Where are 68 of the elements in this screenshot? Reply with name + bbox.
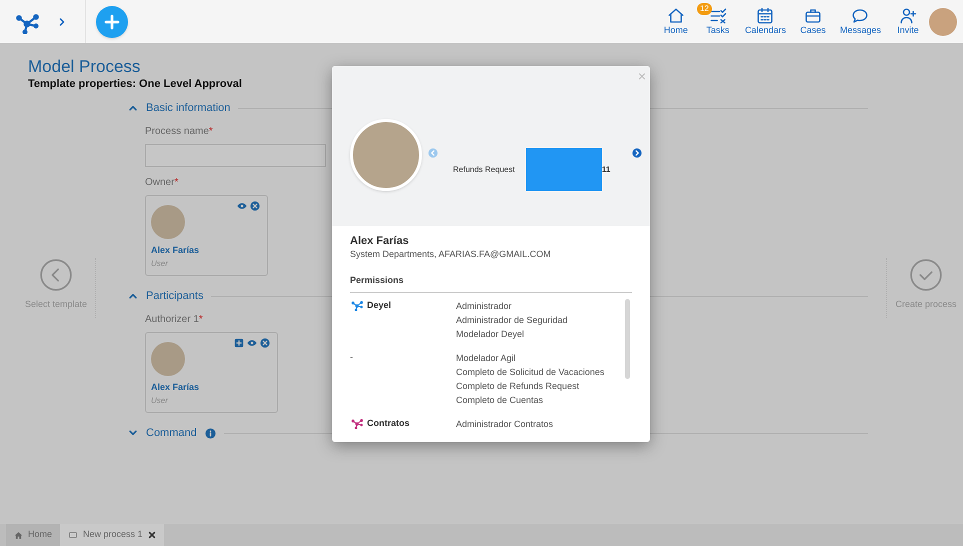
nav-home-button[interactable]: Home — [658, 7, 693, 36]
user-role: User — [151, 394, 170, 406]
required-mark: * — [208, 126, 213, 138]
checkmark-circle-icon — [909, 258, 943, 292]
plus-icon — [103, 12, 121, 30]
permissions-heading: Permissions — [350, 274, 632, 292]
eye-icon[interactable] — [247, 338, 257, 348]
collapse-icon[interactable] — [128, 103, 138, 113]
expand-icon[interactable] — [128, 428, 138, 438]
user-role: User — [151, 258, 170, 270]
scrollbar-thumb[interactable] — [625, 298, 630, 378]
user-name: Alex Farías — [350, 234, 410, 248]
page-subtitle: Template properties: One Level Approval — [28, 77, 242, 91]
chevron-right-circle-icon[interactable] — [632, 148, 642, 158]
role-name: Completo de Solicitud de Vacaciones — [456, 366, 604, 378]
field-label: Owner — [145, 177, 174, 189]
section-title[interactable]: Basic information — [146, 100, 230, 116]
avatar-placeholder — [151, 205, 185, 239]
chevron-left-circle-icon — [39, 258, 73, 292]
section-title[interactable]: Participants — [146, 288, 204, 304]
cases-icon — [802, 7, 823, 25]
role-name: Completo de Cuentas — [456, 394, 544, 406]
remove-icon[interactable] — [250, 201, 260, 211]
avatar-placeholder[interactable] — [929, 8, 957, 36]
required-mark: * — [174, 177, 178, 189]
nav-calendars-button[interactable]: Calendars — [742, 7, 788, 36]
add-icon[interactable] — [234, 338, 244, 348]
page-title: Model Process — [28, 57, 140, 77]
field-label: Process name — [145, 126, 209, 138]
home-icon — [666, 7, 686, 25]
nav-cases-button[interactable]: Cases — [796, 7, 830, 36]
eye-icon[interactable] — [237, 201, 247, 211]
invite-icon — [898, 7, 918, 25]
field-label: Authorizer 1 — [145, 314, 199, 326]
collapse-icon[interactable] — [128, 291, 138, 301]
nav-messages-button[interactable]: Messages — [838, 7, 883, 36]
app-name: - — [350, 350, 353, 364]
previous-step-button[interactable]: Select template — [20, 258, 92, 312]
role-name: Administrador de Seguridad — [456, 314, 568, 326]
required-mark: * — [198, 314, 203, 326]
user-name[interactable]: Alex Farías — [151, 381, 277, 394]
calendar-icon — [755, 7, 776, 25]
create-process-button[interactable]: Create process — [890, 258, 962, 312]
document-icon — [68, 531, 78, 539]
app-name: Contratos — [367, 416, 410, 430]
tasks-icon — [708, 7, 728, 25]
messages-icon — [850, 7, 870, 25]
role-name: Administrador — [456, 300, 513, 312]
carousel-label: Refunds Request — [453, 164, 515, 176]
section-title[interactable]: Command — [146, 424, 197, 442]
app-name: Deyel — [367, 298, 392, 312]
role-name: Modelador Agil — [456, 352, 517, 364]
nav-invite-button[interactable]: Invite — [891, 7, 925, 36]
add-button[interactable] — [96, 6, 128, 38]
carousel-count: 11 — [602, 164, 610, 176]
close-icon[interactable] — [148, 531, 156, 539]
tasks-badge: 12 — [696, 3, 712, 15]
home-icon — [14, 530, 23, 540]
tab[interactable]: Home — [6, 524, 60, 546]
role-name: Completo de Refunds Request — [456, 380, 580, 392]
role-name: Modelador Deyel — [456, 328, 526, 340]
user-details: System Departments, AFARIAS.FA@GMAIL.COM — [350, 248, 552, 260]
role-name: Administrador Contratos — [456, 418, 554, 430]
tab[interactable]: New process 1 — [60, 524, 164, 546]
remove-icon[interactable] — [260, 338, 270, 348]
user-name[interactable]: Alex Farías — [151, 244, 267, 258]
process-name-input[interactable] — [145, 144, 326, 167]
avatar-placeholder — [151, 342, 185, 376]
